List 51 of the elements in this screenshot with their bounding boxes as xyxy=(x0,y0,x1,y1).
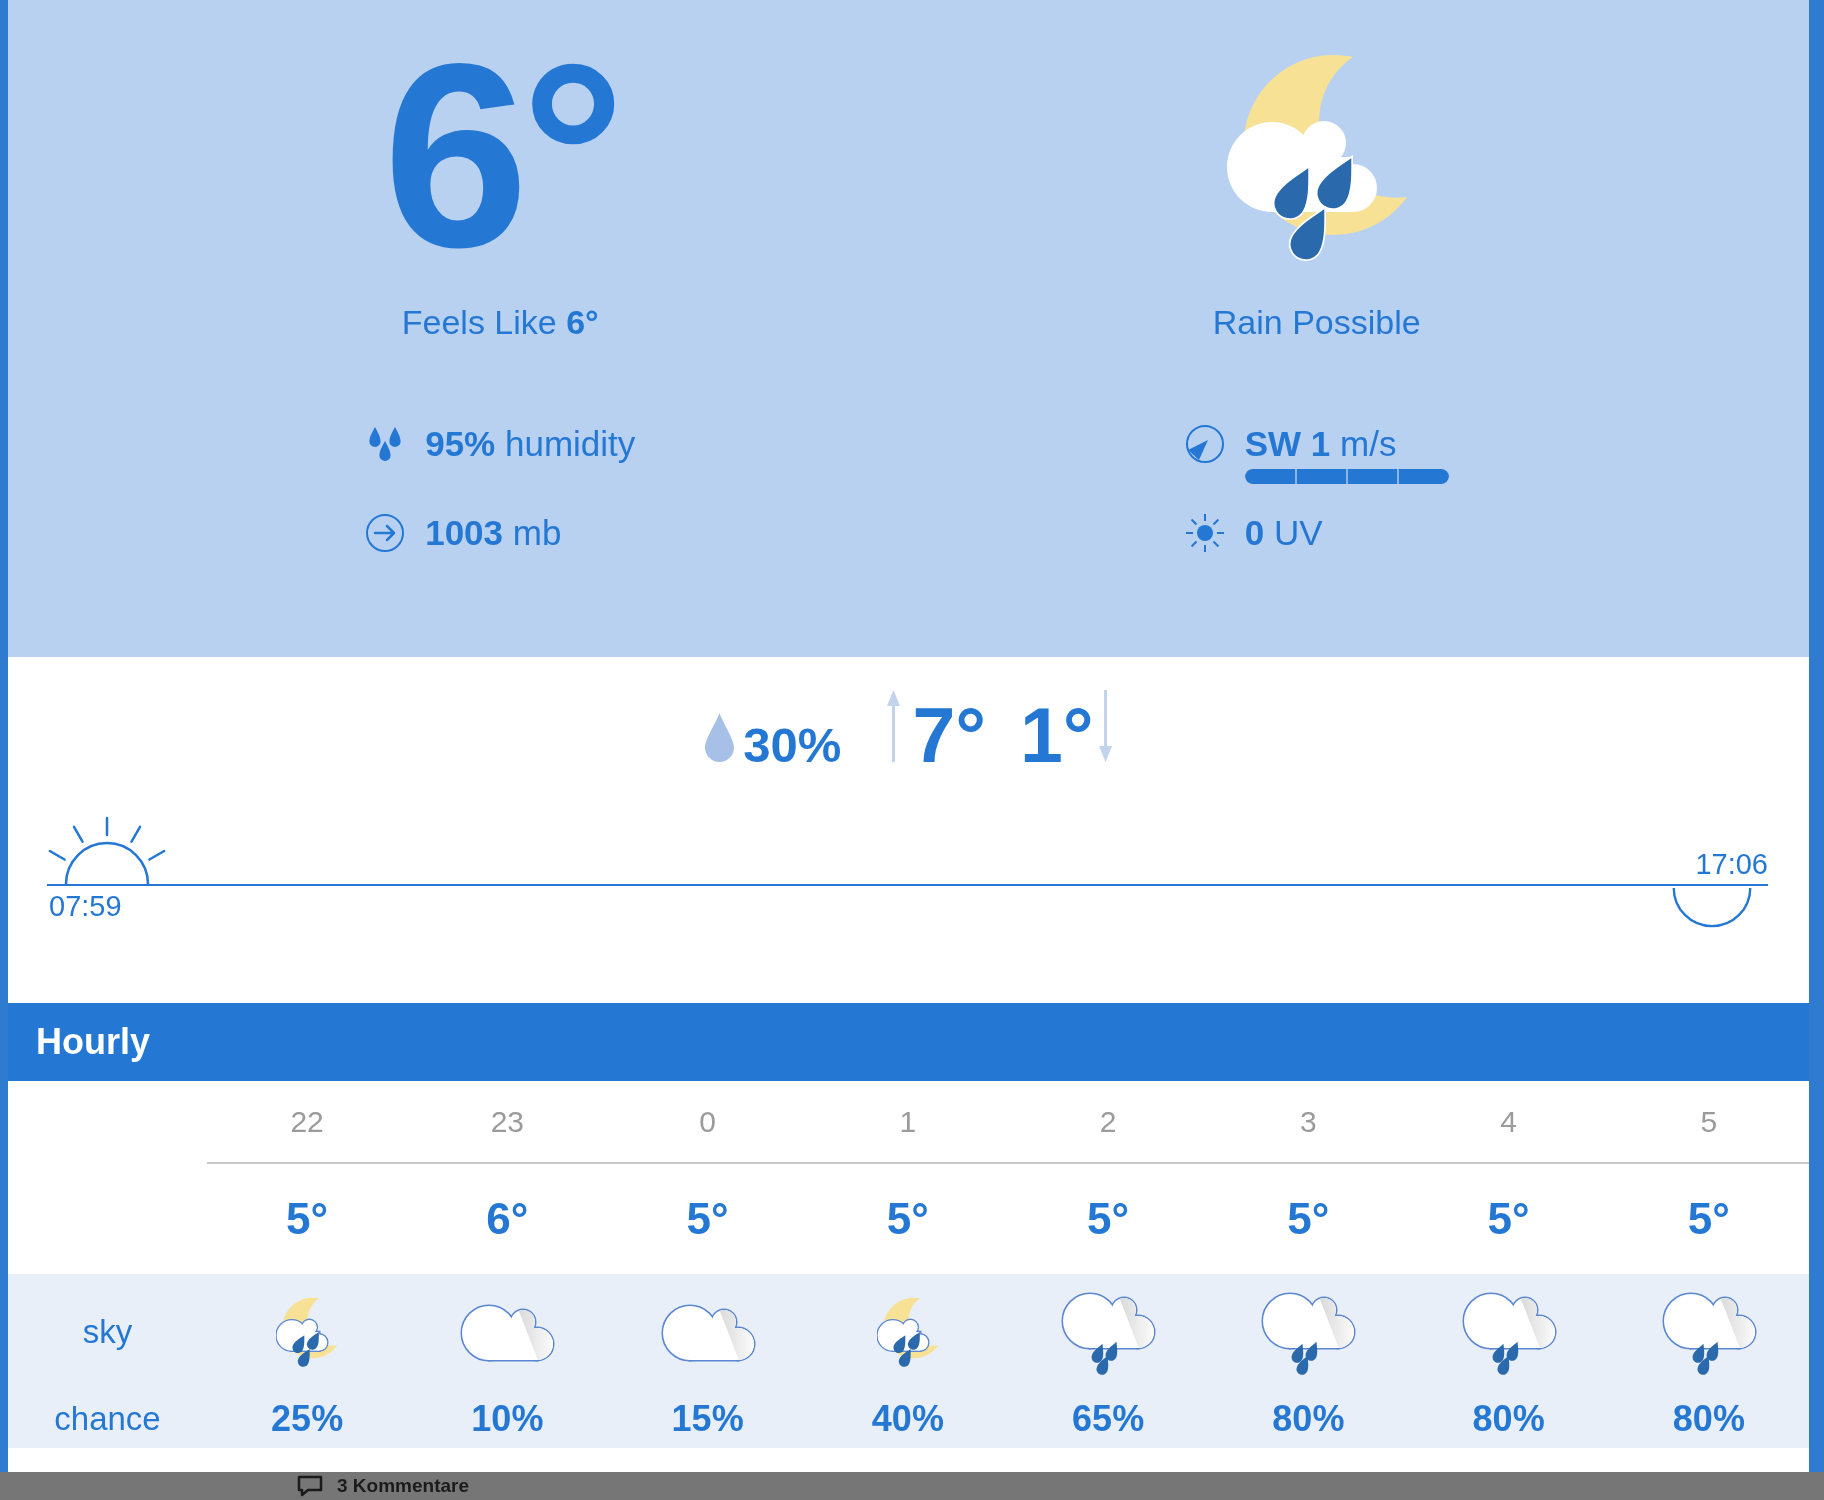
compass-icon xyxy=(1184,424,1225,464)
hour-label: 23 xyxy=(490,1104,525,1139)
sun-icon xyxy=(1184,513,1225,553)
hour-temperature: 5° xyxy=(1487,1194,1530,1244)
pressure-text: 1003 mb xyxy=(425,512,562,554)
hour-temperature: 6° xyxy=(486,1194,529,1244)
sunset-time: 17:06 xyxy=(1695,847,1768,881)
moon-cloud-rain-icon xyxy=(276,1295,339,1369)
feels-like-text: Feels Like 6° xyxy=(401,303,599,341)
hour-label: 5 xyxy=(1700,1104,1718,1139)
hour-chance: 80% xyxy=(1272,1398,1345,1440)
arrow-circle-icon xyxy=(365,513,406,553)
uv-text: 0 UV xyxy=(1244,512,1323,554)
hour-temperature: 5° xyxy=(1687,1194,1730,1244)
hour-label: 1 xyxy=(899,1104,917,1139)
hour-temperature: 5° xyxy=(886,1194,929,1244)
comment-icon xyxy=(297,1475,323,1497)
hour-label: 3 xyxy=(1300,1104,1317,1139)
hour-chance: 65% xyxy=(1072,1398,1145,1440)
hourly-heading: Hourly xyxy=(8,1003,1809,1081)
hour-label: 4 xyxy=(1500,1104,1517,1139)
hour-chance: 15% xyxy=(671,1398,744,1440)
sunset-icon xyxy=(1670,886,1754,930)
moon-cloud-rain-icon xyxy=(876,1295,939,1369)
hour-temperature: 5° xyxy=(1287,1194,1330,1244)
precipitation-chance: 30% xyxy=(743,721,842,770)
row-label: sky xyxy=(82,1313,133,1351)
humidity-text: 95% humidity xyxy=(425,423,636,465)
down-arrow-icon xyxy=(1098,690,1112,762)
hour-chance: 40% xyxy=(871,1398,944,1440)
hour-temperature: 5° xyxy=(1087,1194,1130,1244)
hour-temperature: 5° xyxy=(686,1194,729,1244)
hour-temperature: 5° xyxy=(286,1194,329,1244)
low-temperature: 1° xyxy=(1020,697,1094,774)
hour-chance: 80% xyxy=(1672,1398,1745,1440)
row-label: chance xyxy=(54,1400,161,1438)
high-temperature: 7° xyxy=(912,697,987,774)
hour-label: 0 xyxy=(699,1104,716,1139)
hour-chance: 10% xyxy=(471,1398,544,1440)
comments-link[interactable]: 3 Kommentare xyxy=(337,1474,469,1498)
wind-text: SW 1 m/s xyxy=(1244,423,1398,465)
sunrise-icon xyxy=(47,814,167,884)
up-arrow-icon xyxy=(887,690,901,762)
current-temperature: 6° xyxy=(383,22,618,290)
sunrise-time: 07:59 xyxy=(49,889,122,923)
hour-label: 2 xyxy=(1099,1104,1117,1139)
raindrop-icon xyxy=(705,713,735,762)
condition-text: Rain Possible xyxy=(1212,303,1421,341)
hour-label: 22 xyxy=(290,1104,324,1139)
hour-chance: 25% xyxy=(271,1398,344,1440)
hour-chance: 80% xyxy=(1472,1398,1545,1440)
